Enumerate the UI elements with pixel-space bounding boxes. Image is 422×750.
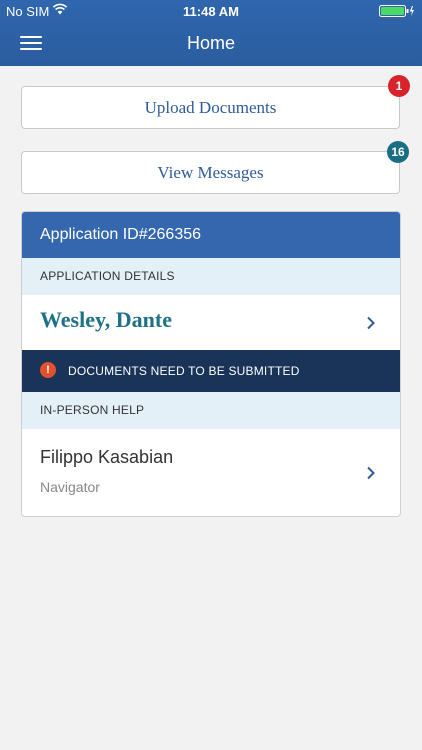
application-card: Application ID#266356 APPLICATION DETAIL… [21, 211, 401, 517]
upload-documents-label: Upload Documents [144, 97, 277, 117]
upload-documents-button[interactable]: Upload Documents [21, 86, 400, 129]
view-messages-label: View Messages [157, 162, 264, 182]
view-messages-button[interactable]: View Messages [21, 151, 400, 194]
application-details-label: APPLICATION DETAILS [22, 258, 400, 295]
navigator-name: Filippo Kasabian [40, 447, 174, 467]
app-header: No SIM 11:48 AM Home [0, 0, 422, 66]
navigator-role: Navigator [40, 479, 100, 495]
page-title: Home [186, 33, 235, 53]
chevron-right-icon [367, 316, 375, 330]
battery-icon [379, 5, 414, 17]
in-person-help-label: IN-PERSON HELP [22, 392, 400, 429]
applicant-row[interactable]: Wesley, Dante [22, 295, 400, 350]
alert-icon: ! [40, 362, 56, 378]
applicant-name: Wesley, Dante [40, 307, 172, 332]
documents-alert-banner: ! DOCUMENTS NEED TO BE SUBMITTED [22, 350, 400, 392]
application-id-header: Application ID#266356 [22, 212, 400, 258]
clock: 11:48 AM [183, 4, 239, 19]
messages-count-badge: 16 [387, 141, 409, 163]
navigator-row[interactable]: Filippo Kasabian Navigator [22, 429, 400, 516]
upload-count-badge: 1 [388, 75, 410, 97]
alert-text: DOCUMENTS NEED TO BE SUBMITTED [68, 364, 300, 378]
status-bar: No SIM 11:48 AM [0, 0, 422, 22]
chevron-right-icon [367, 466, 375, 480]
